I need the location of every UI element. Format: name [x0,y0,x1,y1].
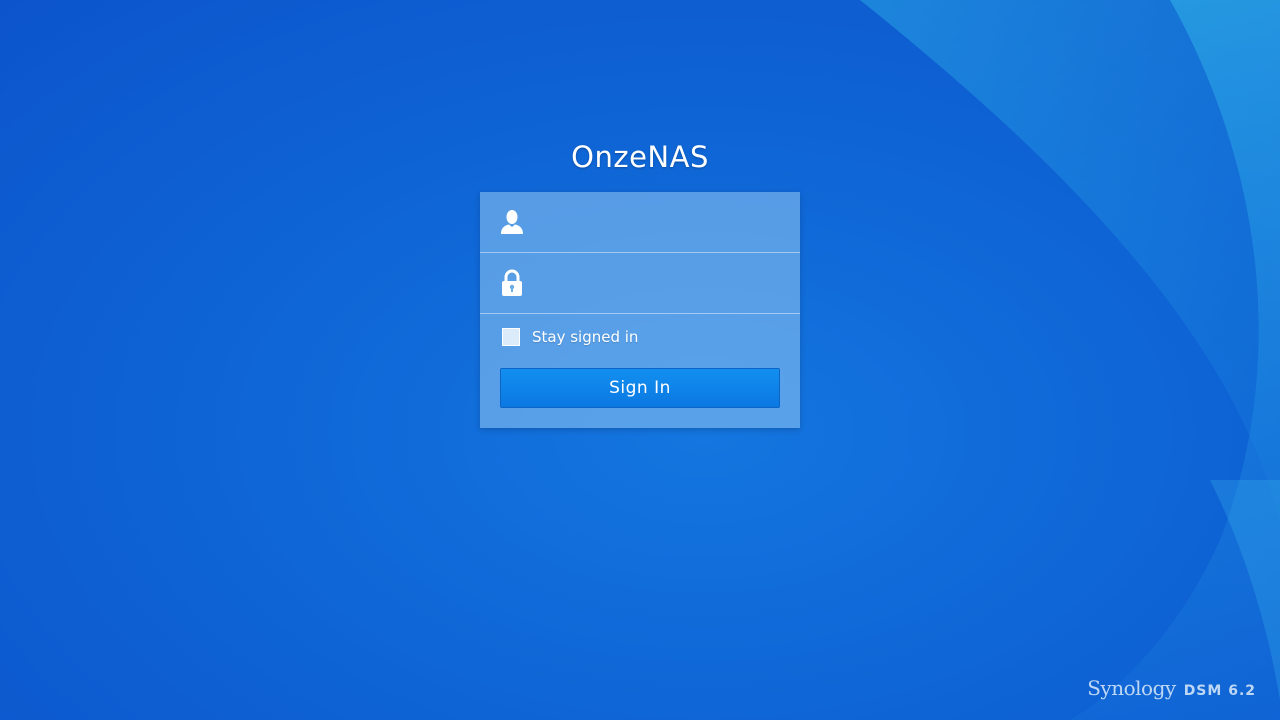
server-name-title: OnzeNAS [571,140,709,174]
brand-product: DSM 6.2 [1183,683,1256,699]
login-panel: Stay signed in Sign In [480,192,800,428]
password-row [480,253,800,314]
user-icon [500,208,524,236]
username-row [480,192,800,253]
password-input[interactable] [538,267,788,301]
stay-signed-in-checkbox[interactable] [502,328,520,346]
lock-icon [500,269,524,297]
brand-vendor: Synology [1087,676,1176,700]
stay-signed-in-label[interactable]: Stay signed in [532,328,638,346]
username-input[interactable] [538,206,788,240]
sign-in-button[interactable]: Sign In [500,368,780,408]
brand-logo: Synology DSM 6.2 [1087,676,1256,700]
stay-signed-in-row: Stay signed in [502,326,638,348]
